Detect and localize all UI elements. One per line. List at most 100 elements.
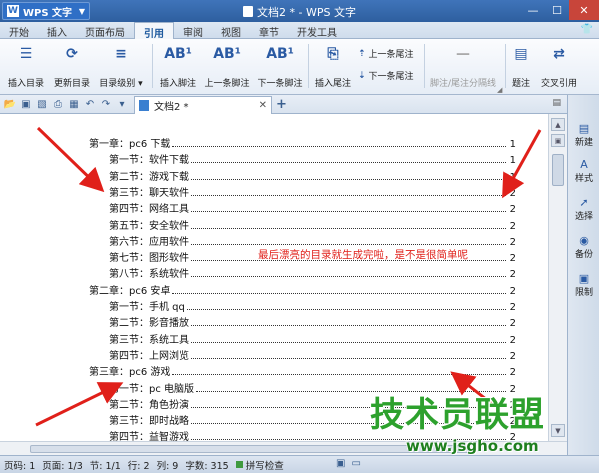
skin-icon[interactable]: 👕 (581, 24, 593, 36)
toc-icon: ☰ (19, 46, 33, 62)
toc-entry[interactable]: 第一节：手机 qq 2 (109, 297, 516, 313)
minimize-icon[interactable]: — (521, 0, 545, 20)
toc-leader-dots (191, 243, 506, 245)
toc-entry[interactable]: 第八节：系统软件 2 (109, 264, 516, 280)
close-tab-icon[interactable]: ✕ (259, 100, 267, 111)
prev-icon: ⇡ (358, 48, 366, 59)
print-icon[interactable]: ⎙ (52, 98, 64, 110)
tab-view[interactable]: 视图 (212, 22, 250, 39)
watermark-url: www.jsgho.com (406, 437, 539, 455)
next-endnote-button[interactable]: ⇣ 下一条尾注 (358, 69, 414, 83)
toc-entry[interactable]: 第二节：影音播放 2 (109, 313, 516, 329)
tab-section[interactable]: 章节 (250, 22, 288, 39)
document-icon (243, 6, 254, 17)
tab-review[interactable]: 审阅 (174, 22, 212, 39)
toc-entry[interactable]: 第六节：应用软件 2 (109, 232, 516, 248)
toc-entry[interactable]: 第五节：安全软件 2 (109, 216, 516, 232)
toc-page-number: 1 (509, 171, 516, 183)
pane-new-button[interactable]: ▤ 新建 (568, 121, 599, 149)
toc-leader-dots (191, 341, 506, 343)
next-icon: ⇣ (358, 70, 366, 81)
toc-entry[interactable]: 第一章：pc6 下载 1 (89, 134, 516, 150)
export-pdf-icon[interactable]: ▧ (36, 98, 48, 110)
cross-ref-icon: ⇄ (553, 46, 565, 62)
tab-references[interactable]: 引用 (134, 22, 174, 40)
dialog-launcher-icon[interactable]: ◢ (497, 86, 502, 94)
pane-backup-button[interactable]: ◉ 备份 (568, 233, 599, 261)
status-page-count: 页面: 1/3 (42, 460, 83, 472)
toc-entry[interactable]: 第一节：pc 电脑版 2 (109, 379, 516, 395)
status-word-count[interactable]: 字数: 315 (185, 458, 228, 472)
full-screen-icon[interactable]: ▭ (351, 458, 360, 469)
close-icon[interactable]: ✕ (569, 0, 599, 20)
print-preview-icon[interactable]: ▦ (68, 98, 80, 110)
toc-entry-text: 第六节：应用软件 (109, 236, 189, 248)
menu-right-icons: 👕 (575, 22, 599, 38)
caption-button[interactable]: ▤ 题注 (508, 42, 534, 92)
tab-layout[interactable]: 页面布局 (76, 22, 134, 39)
toc-entry[interactable]: 第三节：聊天软件 2 (109, 183, 516, 199)
scrollbar-thumb[interactable] (552, 154, 564, 186)
prev-endnote-button[interactable]: ⇡ 上一条尾注 (358, 47, 414, 61)
document-page[interactable]: 第一章：pc6 下载 1 第一节：软件下载 1 第二节：游戏下载 1 第三节：聊天软件 2 第四… (0, 114, 548, 441)
update-toc-button[interactable]: ⟳ 更新目录 (50, 42, 94, 92)
toc-page-number: 2 (509, 204, 516, 216)
insert-endnote-button[interactable]: ⎘ 插入尾注 (311, 42, 355, 92)
pane-style-button[interactable]: A 样式 (568, 157, 599, 185)
new-tab-icon[interactable]: + (276, 97, 287, 112)
toc-entry[interactable]: 第二章：pc6 安卓 2 (89, 281, 516, 297)
pane-restrict-button[interactable]: ▣ 限制 (568, 271, 599, 299)
toc-page-number: 2 (509, 318, 516, 330)
customize-icon[interactable]: ▾ (116, 98, 128, 110)
toc-page-number: 2 (509, 350, 516, 362)
toc-leader-dots (172, 292, 506, 294)
separator-line-button[interactable]: — 脚注/尾注分隔线 (427, 42, 499, 92)
title-bar: W WPS 文字 ▼ 文档2 * - WPS 文字 — ☐ ✕ (0, 0, 599, 22)
toc-leader-dots (186, 309, 506, 310)
maximize-icon[interactable]: ☐ (545, 0, 569, 20)
toc-entry[interactable]: 第二节：游戏下载 1 (109, 167, 516, 183)
refresh-icon: ⟳ (66, 46, 78, 62)
spell-check-toggle[interactable]: 拼写检查 (235, 458, 284, 472)
tab-developer[interactable]: 开发工具 (288, 22, 346, 39)
vertical-scrollbar[interactable]: ▲ ▣ ▼ (548, 114, 567, 441)
cross-reference-button[interactable]: ⇄ 交叉引用 (537, 42, 581, 92)
window-controls: — ☐ ✕ (521, 0, 599, 20)
toc-entry[interactable]: 第三章：pc6 游戏 2 (89, 362, 516, 378)
undo-icon[interactable]: ↶ (84, 98, 96, 110)
toc-leader-dots (191, 194, 506, 196)
watermark-logo: 技术员联盟 www.jsgho.com (370, 396, 580, 456)
insert-footnote-button[interactable]: AB¹ 插入脚注 (156, 42, 200, 92)
tab-insert[interactable]: 插入 (38, 22, 76, 39)
tab-home[interactable]: 开始 (0, 22, 38, 39)
tab-menu-icon[interactable]: ▤ (552, 98, 561, 108)
toc-entry[interactable]: 第四节：网络工具 2 (109, 199, 516, 215)
toc-level-button[interactable]: ≡ 目录级别 ▾ (96, 42, 146, 92)
toc-entry-text: 第二章：pc6 安卓 (89, 285, 171, 297)
toc-page-number: 2 (509, 187, 516, 199)
scroll-up-icon[interactable]: ▲ (551, 118, 565, 131)
toc-entry-text: 第三节：聊天软件 (109, 187, 189, 199)
document-tab[interactable]: 文档2 * ✕ (134, 96, 272, 114)
toc-page-number: 2 (509, 383, 516, 395)
insert-toc-button[interactable]: ☰ 插入目录 (4, 42, 48, 92)
prev-footnote-button[interactable]: AB¹ 上一条脚注 (201, 42, 253, 92)
toc-leader-dots (172, 374, 506, 376)
toc-entry[interactable]: 第四节：上网浏览 2 (109, 346, 516, 362)
ruler-toggle-icon[interactable]: ▣ (551, 134, 565, 147)
pane-select-button[interactable]: ➚ 选择 (568, 195, 599, 223)
toc-entry[interactable]: 第三节：系统工具 2 (109, 330, 516, 346)
toc-page-number: 1 (509, 155, 516, 167)
toc-entry-text: 第三节：即时战略 (109, 416, 189, 428)
ribbon: ☰ 插入目录 ⟳ 更新目录 ≡ 目录级别 ▾ AB¹ 插入脚注 AB¹ 上一条脚… (0, 39, 599, 95)
save-icon[interactable]: ▣ (20, 98, 32, 110)
toc-entry-text: 第四节：益智游戏 (109, 432, 189, 441)
next-footnote-button[interactable]: AB¹ 下一条脚注 (254, 42, 306, 92)
toc-entry[interactable]: 第一节：软件下载 1 (109, 150, 516, 166)
toc-entry-text: 第一节：软件下载 (109, 155, 189, 167)
toc-page-number: 1 (509, 139, 516, 150)
open-folder-icon[interactable]: 📂 (4, 98, 16, 110)
page-view-icon[interactable]: ▣ (336, 458, 345, 469)
prev-footnote-icon: AB¹ (213, 46, 241, 62)
redo-icon[interactable]: ↷ (100, 98, 112, 110)
